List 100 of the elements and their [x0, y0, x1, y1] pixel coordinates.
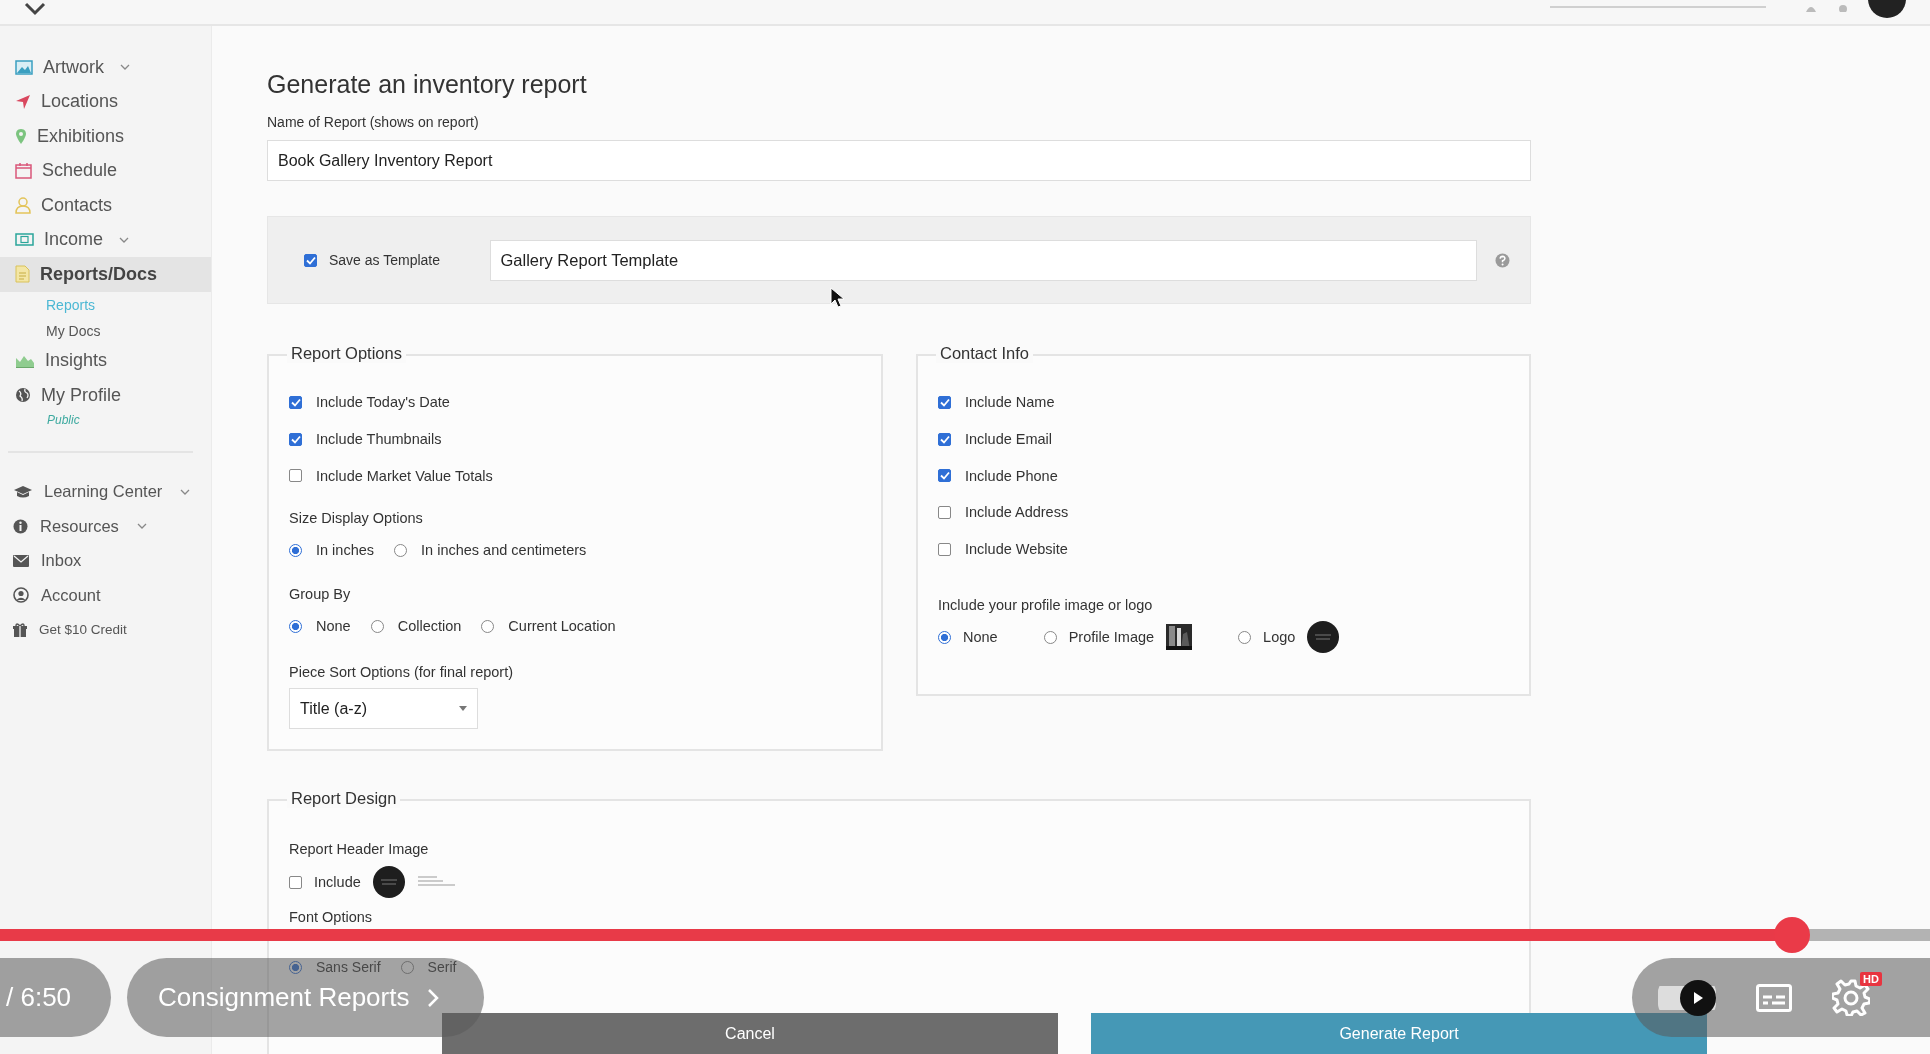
- radio-button[interactable]: [289, 960, 302, 974]
- checkbox[interactable]: [289, 432, 302, 446]
- report-name-field[interactable]: Book Gallery Inventory Report: [267, 140, 1531, 181]
- group-label: Report Header Image: [289, 841, 430, 859]
- nav-item[interactable]: Contacts: [0, 188, 211, 223]
- nav-subitem[interactable]: My Docs: [0, 317, 211, 344]
- gift-icon: [13, 622, 27, 637]
- group-label: Include your profile image or logo: [938, 597, 1154, 616]
- radio-button[interactable]: [400, 960, 414, 974]
- checkbox[interactable]: [289, 875, 302, 889]
- radio-button[interactable]: [289, 619, 302, 633]
- nav-item[interactable]: My Profile: [0, 378, 211, 413]
- radio-button[interactable]: [1043, 630, 1057, 644]
- image-icon: [15, 59, 33, 75]
- avatar[interactable]: [1868, 0, 1906, 18]
- page-title: Generate an inventory report: [267, 69, 588, 100]
- cancel-button[interactable]: Cancel: [442, 1013, 1058, 1054]
- chevron-down-icon: [119, 236, 130, 243]
- nav-item[interactable]: Schedule: [0, 153, 211, 188]
- option-label: Current Location: [508, 618, 616, 635]
- radio-button[interactable]: [481, 619, 495, 633]
- banknote-icon: [15, 233, 34, 247]
- option-label: Include Name: [965, 394, 1055, 411]
- checkbox[interactable]: [938, 395, 951, 409]
- option-label: Serif: [427, 959, 457, 975]
- option-label: Include Website: [965, 541, 1068, 558]
- calendar-icon: [15, 162, 32, 180]
- chevron-down-icon: [180, 488, 191, 495]
- logo-icon: [24, 2, 46, 16]
- nav-item[interactable]: Inbox: [0, 543, 211, 578]
- checkbox[interactable]: [938, 469, 951, 483]
- nav-item[interactable]: Learning Center: [0, 474, 211, 509]
- person-icon: [15, 196, 31, 214]
- group-label: Font Options: [289, 909, 373, 927]
- option-label: Logo: [1263, 629, 1296, 646]
- chevron-right-icon: [427, 987, 440, 1008]
- checkbox[interactable]: [938, 505, 951, 519]
- checkbox[interactable]: [938, 432, 951, 446]
- checkbox[interactable]: [304, 253, 317, 267]
- radio-button[interactable]: [1238, 630, 1252, 644]
- section-title: Report Design: [287, 789, 401, 808]
- address-lines-drawing: [416, 875, 457, 889]
- option-label: Collection: [397, 618, 462, 635]
- option-label: In inches and centimeters: [421, 542, 587, 559]
- play-icon: [1692, 990, 1704, 1005]
- navigation-arrow-icon: [15, 93, 31, 110]
- nav-item[interactable]: Reports/Docs: [0, 257, 211, 292]
- option-label: None: [963, 629, 998, 646]
- mouse-cursor-icon: [830, 287, 846, 309]
- user-circle-icon: [13, 587, 29, 604]
- option-label: Include Market Value Totals: [316, 467, 493, 484]
- option-label: Include Thumbnails: [316, 431, 442, 448]
- globe-icon: [15, 387, 31, 404]
- autoplay-toggle[interactable]: [1658, 979, 1716, 1016]
- nav-item[interactable]: Artwork: [0, 50, 211, 85]
- option-label: Sans Serif: [316, 959, 381, 975]
- subtitles-icon[interactable]: [1756, 983, 1792, 1012]
- map-pin-icon: [15, 127, 27, 145]
- nav-item[interactable]: Get $10 Credit: [0, 612, 211, 647]
- radio-button[interactable]: [394, 543, 408, 557]
- document-icon: [15, 265, 30, 284]
- section-title: Report Options: [287, 344, 406, 363]
- template-name-field[interactable]: Gallery Report Template: [489, 239, 1478, 281]
- sort-dropdown[interactable]: Title (a-z): [289, 688, 478, 730]
- nav-item[interactable]: Resources: [0, 509, 211, 544]
- nav-item[interactable]: Exhibitions: [0, 119, 211, 154]
- chevron-down-icon: [136, 523, 147, 530]
- radio-button[interactable]: [370, 619, 384, 633]
- option-label: Include Phone: [965, 467, 1058, 484]
- info-icon: [13, 518, 28, 534]
- checkbox[interactable]: [289, 395, 302, 409]
- time-display: / 6:50: [0, 958, 111, 1037]
- radio-button[interactable]: [938, 630, 951, 644]
- option-label: In inches: [316, 542, 375, 559]
- group-label: Piece Sort Options (for final report): [289, 664, 515, 683]
- visibility-label: Public: [46, 412, 80, 429]
- chevron-down-icon: [120, 64, 130, 71]
- nav-item[interactable]: Account: [0, 578, 211, 613]
- option-label: Include Today's Date: [316, 394, 450, 411]
- group-label: Size Display Options: [289, 510, 424, 529]
- checkbox[interactable]: [938, 542, 951, 556]
- graduation-cap-icon: [13, 484, 32, 499]
- option-label: Save as Template: [329, 252, 441, 268]
- radio-button[interactable]: [289, 543, 302, 557]
- option-label: Include: [314, 874, 361, 890]
- option-label: Profile Image: [1068, 629, 1155, 646]
- logo-icon: [1307, 621, 1340, 654]
- group-label: Group By: [289, 586, 352, 605]
- envelope-icon: [13, 554, 29, 567]
- nav-item[interactable]: Income: [0, 222, 211, 257]
- scrubber-handle[interactable]: [1774, 917, 1810, 953]
- nav-item[interactable]: Insights: [0, 343, 211, 378]
- help-icon: [1495, 252, 1510, 268]
- caret-down-icon: [459, 706, 467, 712]
- nav-item[interactable]: Locations: [0, 84, 211, 119]
- logo-icon: [372, 866, 405, 898]
- checkbox[interactable]: [289, 469, 302, 483]
- field-label: Name of Report (shows on report): [267, 114, 480, 132]
- option-label: None: [316, 618, 351, 635]
- option-label: Include Email: [965, 431, 1053, 448]
